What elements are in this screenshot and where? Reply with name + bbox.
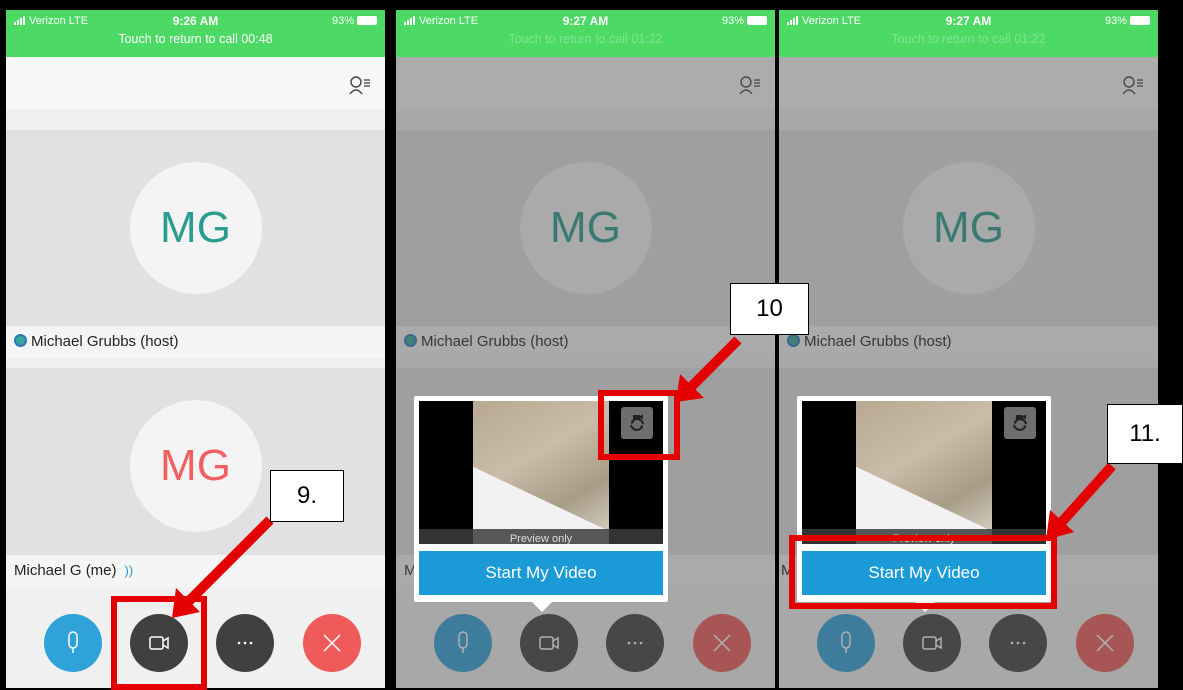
step-10-callout: 10	[730, 283, 809, 335]
speaking-icon: ))	[124, 563, 134, 578]
mute-button[interactable]	[434, 614, 492, 672]
more-icon	[237, 641, 253, 645]
meeting-header	[6, 57, 385, 109]
return-to-call-banner[interactable]: Touch to return to call 01:22	[396, 32, 775, 46]
highlight-start-video	[789, 535, 1057, 609]
host-video-tile[interactable]: MG	[6, 130, 385, 326]
camera-preview-image	[473, 401, 609, 544]
host-name-bar: Michael Grubbs (host)	[779, 326, 1158, 358]
self-video-tile[interactable]: MG	[6, 368, 385, 555]
call-controls	[396, 592, 775, 688]
video-camera-icon	[539, 636, 559, 650]
more-button[interactable]	[606, 614, 664, 672]
end-call-button[interactable]	[693, 614, 751, 672]
status-banner-overlay: Touch to return to call 01:22	[396, 10, 775, 57]
host-status-icon	[14, 334, 27, 347]
highlight-video-button	[111, 596, 207, 690]
host-avatar: MG	[519, 162, 652, 294]
people-list-icon[interactable]	[739, 75, 761, 95]
status-banner-overlay: Touch to return to call 01:22	[779, 10, 1158, 57]
more-icon	[627, 641, 643, 645]
end-call-button[interactable]	[303, 614, 361, 672]
meeting-header	[779, 57, 1158, 109]
popup-pointer	[532, 602, 552, 612]
host-name: Michael Grubbs (host)	[421, 333, 569, 350]
host-status-icon	[404, 334, 417, 347]
host-avatar: MG	[129, 162, 262, 294]
return-to-call-banner[interactable]: Touch to return to call 00:48	[6, 32, 385, 46]
step-9-callout: 9.	[270, 470, 344, 522]
self-name: Michael G (me)	[14, 562, 117, 579]
screen-step-9: Verizon LTE 9:26 AM 93% Touch to return …	[6, 10, 385, 688]
video-button[interactable]	[903, 614, 961, 672]
microphone-icon	[841, 631, 851, 653]
self-name-bar: Michael G (me)))	[6, 555, 385, 587]
camera-preview: Preview only	[802, 401, 1046, 544]
people-list-icon[interactable]	[1122, 75, 1144, 95]
host-name-bar: Michael Grubbs (host)	[6, 326, 385, 358]
self-avatar: MG	[129, 400, 262, 532]
battery-percent: 93%	[331, 15, 354, 27]
more-button[interactable]	[989, 614, 1047, 672]
host-video-tile[interactable]: MG	[396, 130, 775, 326]
switch-camera-icon	[1013, 414, 1027, 431]
mute-button[interactable]	[44, 614, 102, 672]
end-call-button[interactable]	[1076, 614, 1134, 672]
status-bar[interactable]: Verizon LTE 9:26 AM 93% Touch to return …	[6, 10, 385, 57]
people-list-icon[interactable]	[349, 75, 371, 95]
video-button[interactable]	[520, 614, 578, 672]
highlight-switch-camera	[598, 390, 680, 460]
host-name: Michael Grubbs (host)	[804, 333, 952, 350]
host-name-bar: Michael Grubbs (host)	[396, 326, 775, 358]
start-my-video-button[interactable]: Start My Video	[419, 551, 663, 595]
host-avatar: MG	[902, 162, 1035, 294]
mute-button[interactable]	[817, 614, 875, 672]
screen-step-10: Verizon LTE 9:27 AM 93% MG Michael Grubb…	[396, 10, 775, 688]
clock: 9:26 AM	[172, 14, 219, 28]
video-camera-icon	[922, 636, 942, 650]
end-call-icon	[1096, 634, 1114, 652]
meeting-header	[396, 57, 775, 109]
microphone-icon	[68, 631, 78, 653]
battery-icon	[357, 16, 377, 25]
end-call-icon	[323, 634, 341, 652]
host-video-tile[interactable]: MG	[779, 130, 1158, 326]
preview-only-label: Preview only	[419, 529, 663, 544]
host-name: Michael Grubbs (host)	[31, 333, 179, 350]
return-to-call-banner[interactable]: Touch to return to call 01:22	[779, 32, 1158, 46]
microphone-icon	[458, 631, 468, 653]
more-button[interactable]	[216, 614, 274, 672]
host-status-icon	[787, 334, 800, 347]
switch-camera-button[interactable]	[1004, 407, 1036, 439]
more-icon	[1010, 641, 1026, 645]
end-call-icon	[713, 634, 731, 652]
camera-preview-image	[856, 401, 992, 544]
step-11-callout: 11.	[1107, 404, 1183, 464]
